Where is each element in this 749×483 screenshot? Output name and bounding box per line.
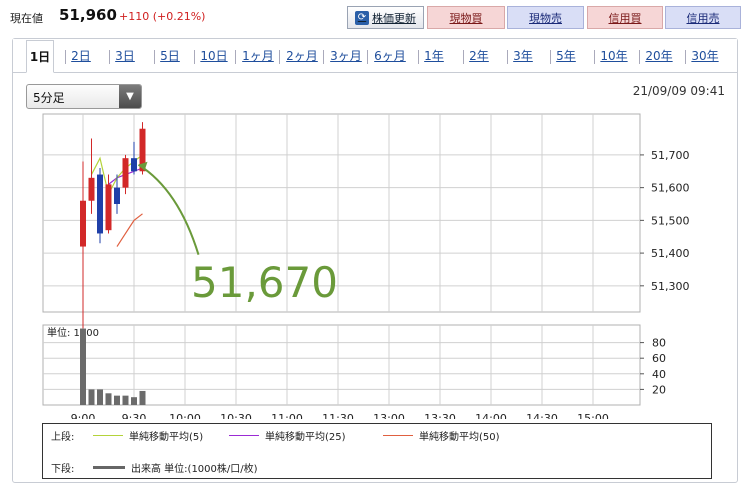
quote-bar: 現在値 51,960 +110 (+0.21%) ⟳ 株価更新 現物買 現物売 … [0, 0, 749, 34]
candle-body [80, 200, 86, 247]
volume-ytick-label: 40 [652, 368, 666, 381]
callout-value: 51,670 [191, 258, 338, 307]
x-tick-label: 15:00 [577, 412, 609, 419]
candle-body [105, 184, 112, 231]
refresh-price-label: 株価更新 [372, 11, 416, 25]
candle-body [114, 187, 120, 204]
x-tick-label: 13:30 [424, 412, 456, 419]
x-tick-label: 14:00 [475, 412, 507, 419]
refresh-price-button[interactable]: ⟳ 株価更新 [347, 6, 424, 29]
x-tick-label: 11:00 [271, 412, 303, 419]
volume-unit-label: 単位: 1000 [47, 326, 99, 339]
legend-ma50: 単純移動平均(50) [383, 428, 500, 443]
volume-bar [131, 397, 137, 405]
x-tick-label: 10:00 [169, 412, 201, 419]
spot-sell-button[interactable]: 現物売 [507, 6, 584, 29]
volume-bar [80, 328, 86, 405]
price-ytick-label: 51,700 [651, 149, 690, 162]
spot-buy-button[interactable]: 現物買 [427, 6, 505, 29]
volume-ytick-label: 60 [652, 352, 666, 365]
volume-bar [139, 390, 146, 405]
legend-volume-swatch [93, 466, 125, 469]
price-change: +110 (+0.21%) [119, 10, 206, 23]
legend-ma5: 単純移動平均(5) [93, 428, 203, 443]
volume-bar [114, 395, 120, 405]
legend-ma50-swatch [383, 435, 413, 436]
legend-ma5-label: 単純移動平均(5) [129, 432, 204, 443]
volume-bar [97, 389, 103, 405]
current-price: 51,960 [59, 6, 117, 24]
margin-buy-button[interactable]: 信用買 [587, 6, 663, 29]
volume-bar [88, 389, 95, 405]
refresh-icon: ⟳ [355, 10, 369, 25]
legend-ma25-label: 単純移動平均(25) [265, 432, 346, 443]
x-tick-label: 11:30 [322, 412, 354, 419]
price-plot-frame [42, 113, 641, 313]
x-tick-label: 14:30 [526, 412, 558, 419]
volume-plot-frame [42, 324, 641, 406]
legend-volume-label: 出来高 単位:(1000株/口/枚) [131, 464, 258, 475]
legend-ma5-swatch [93, 435, 123, 436]
x-tick-label: 10:30 [220, 412, 252, 419]
candle-body [97, 174, 103, 234]
chart-panel: 1日 2日 3日 5日 10日 1ヶ月 2ヶ月 3ヶ月 6ヶ月 1年 2年 3年 5年 10年 20年 30年… [12, 38, 738, 483]
price-ytick-label: 51,300 [651, 280, 690, 293]
margin-sell-button[interactable]: 信用売 [665, 6, 741, 29]
price-ytick-label: 51,500 [651, 214, 690, 227]
price-ytick-label: 51,400 [651, 247, 690, 260]
candle-body [88, 177, 95, 201]
legend-lower-label: 下段: [51, 464, 75, 475]
legend-upper-label: 上段: [51, 432, 75, 443]
x-tick-label: 9:00 [71, 412, 96, 419]
volume-bar [105, 393, 112, 405]
legend-ma25: 単純移動平均(25) [229, 428, 346, 443]
volume-ytick-label: 80 [652, 337, 666, 350]
x-tick-label: 13:00 [373, 412, 405, 419]
legend-volume: 出来高 単位:(1000株/口/枚) [93, 460, 258, 475]
legend-ma50-label: 単純移動平均(50) [419, 432, 500, 443]
volume-ytick-label: 20 [652, 383, 666, 396]
candle-body [122, 158, 129, 188]
chart-legend: 上段: 単純移動平均(5) 単純移動平均(25) 単純移動平均(50) 下段: … [42, 423, 712, 479]
volume-bar [122, 395, 129, 405]
legend-ma25-swatch [229, 435, 259, 436]
current-price-label: 現在値 [10, 12, 43, 25]
candle-body [131, 158, 137, 172]
price-chart: 9:00 9:30 10:00 10:30 11:00 11:30 13:00 13:30 14… [42, 113, 690, 419]
x-tick-label: 9:30 [122, 412, 147, 419]
price-ytick-label: 51,600 [651, 182, 690, 195]
